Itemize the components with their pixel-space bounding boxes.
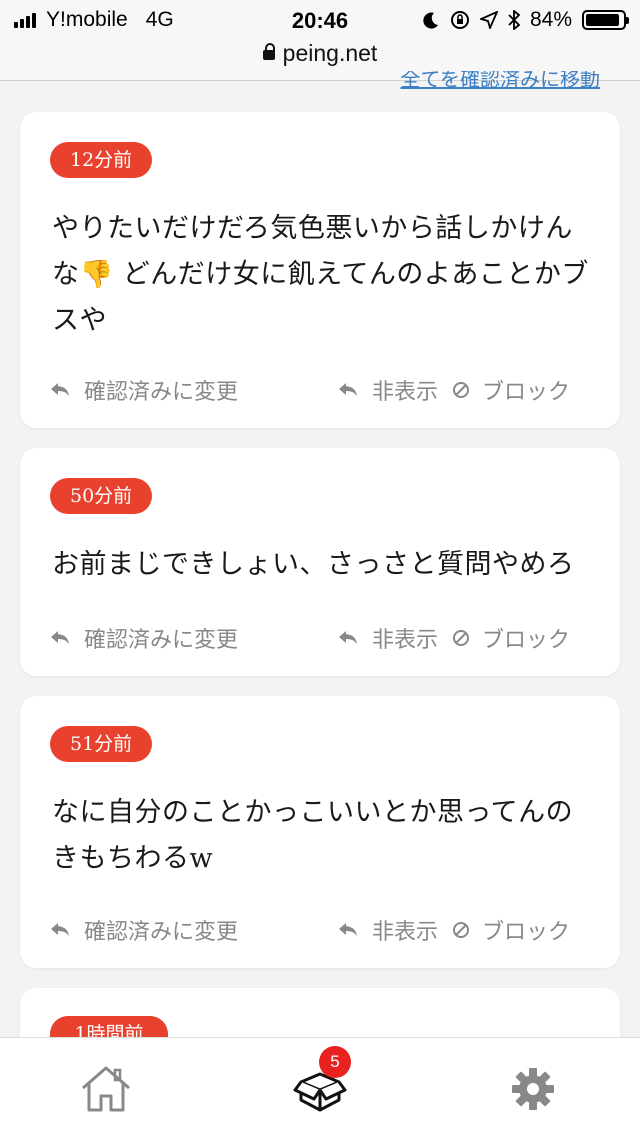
gear-icon[interactable] xyxy=(506,1064,560,1114)
message-text: なに自分のことかっこいいとか思ってんのきもちわるw xyxy=(52,797,574,874)
battery-percent: 84% xyxy=(529,8,572,31)
moon-icon xyxy=(423,12,438,29)
lock-icon xyxy=(262,43,275,60)
confirm-button[interactable]: 確認済みに変更 xyxy=(48,914,238,946)
home-icon[interactable] xyxy=(79,1064,133,1114)
block-button[interactable]: ブロック xyxy=(452,622,570,654)
bottom-navigation xyxy=(0,1037,640,1137)
hide-button[interactable]: 非表示 xyxy=(336,622,438,654)
ban-icon xyxy=(453,922,469,938)
confirm-button[interactable]: 確認済みに変更 xyxy=(48,622,238,654)
hide-button[interactable]: 非表示 xyxy=(336,914,438,946)
bluetooth-icon xyxy=(508,10,520,30)
address-bar[interactable]: peing.net xyxy=(0,40,640,67)
reply-icon xyxy=(339,383,357,396)
time-badge: 51分前 xyxy=(50,726,153,762)
message-text: やりたいだけだろ気色悪いから話しかけんな👎 どんだけ女に飢えてんのよあことかブス… xyxy=(52,213,589,336)
confirm-label: 確認済みに変更 xyxy=(84,628,239,653)
reply-icon xyxy=(339,923,357,936)
message-card: 51分前 なに自分のことかっこいいとか思ってんのきもちわるw 確認済みに変更 非… xyxy=(20,696,620,968)
notification-badge: 5 xyxy=(319,1046,351,1078)
ban-icon xyxy=(453,382,469,398)
block-label: ブロック xyxy=(482,920,571,945)
status-bar: Y!mobile 4G 20:46 84% peing.net xyxy=(0,0,640,81)
status-icons: 84% xyxy=(422,8,629,32)
reply-icon xyxy=(51,383,69,396)
message-text: お前まじできしょい、さっさと質問やめろ xyxy=(52,549,575,580)
location-icon xyxy=(479,11,498,29)
time-badge: 50分前 xyxy=(50,478,153,514)
message-card: 12分前 やりたいだけだろ気色悪いから話しかけんな👎 どんだけ女に飢えてんのよあ… xyxy=(20,112,620,428)
reply-icon xyxy=(51,923,69,936)
rotation-lock-icon xyxy=(450,11,469,29)
block-label: ブロック xyxy=(482,380,571,405)
hide-label: 非表示 xyxy=(372,628,439,653)
time-badge: 12分前 xyxy=(50,142,153,178)
block-button[interactable]: ブロック xyxy=(452,374,570,406)
confirm-label: 確認済みに変更 xyxy=(84,380,239,405)
battery-icon xyxy=(582,10,629,30)
ban-icon xyxy=(453,630,469,646)
message-card: 50分前 お前まじできしょい、さっさと質問やめろ 確認済みに変更 非表示 ブロッ… xyxy=(20,448,620,676)
block-label: ブロック xyxy=(482,628,571,653)
confirm-label: 確認済みに変更 xyxy=(84,920,239,945)
url-text: peing.net xyxy=(282,40,378,66)
block-button[interactable]: ブロック xyxy=(452,914,570,946)
hide-label: 非表示 xyxy=(372,920,439,945)
reply-icon xyxy=(51,631,69,644)
hide-label: 非表示 xyxy=(372,380,439,405)
hide-button[interactable]: 非表示 xyxy=(336,374,438,406)
reply-icon xyxy=(339,631,357,644)
confirm-button[interactable]: 確認済みに変更 xyxy=(48,374,238,406)
